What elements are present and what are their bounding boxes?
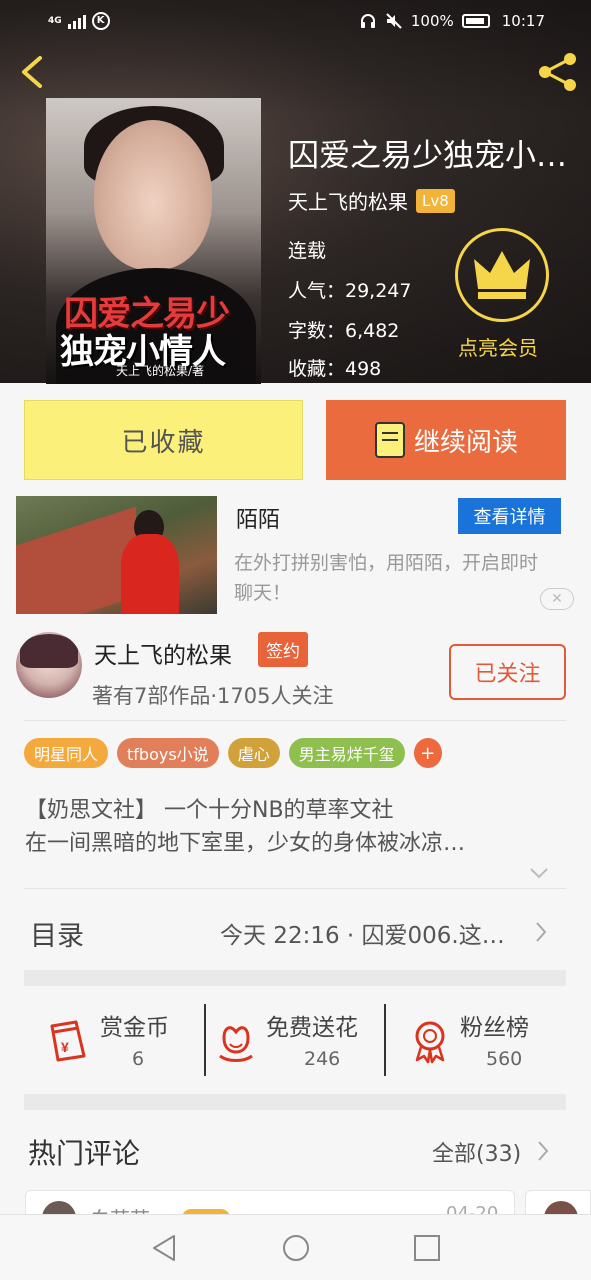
book-icon: [374, 422, 405, 458]
book-intro[interactable]: 【奶思文社】 一个十分NB的草率文社 在一间黑暗的地下室里，少女的身体被冰凉…: [25, 794, 565, 860]
battery-icon: [461, 14, 490, 28]
vip-label[interactable]: 点亮会员: [458, 332, 538, 361]
follow-button[interactable]: 已关注: [449, 644, 566, 700]
clock: 10:17: [501, 12, 545, 30]
tag-item[interactable]: 明星同人: [24, 738, 109, 768]
share-icon[interactable]: [534, 50, 582, 94]
red-envelope-icon: ¥: [50, 1020, 86, 1062]
nav-home-icon[interactable]: [281, 1233, 311, 1263]
back-arrow-icon[interactable]: [14, 52, 54, 92]
author-stats: 著有7部作品·1705人关注: [92, 684, 334, 708]
ad-image[interactable]: [16, 496, 217, 614]
vertical-divider: [204, 1004, 206, 1076]
word-count: 字数：6,482: [288, 320, 400, 342]
status-bar: 4G K 100% 10:17: [0, 0, 591, 46]
network-label: 4G: [48, 16, 62, 26]
intro-line: 【奶思文社】 一个十分NB的草率文社: [25, 798, 394, 823]
reward-value: 6: [132, 1048, 145, 1070]
divider: [24, 888, 566, 889]
ad-title[interactable]: 陌陌: [236, 502, 280, 534]
cover-face: [94, 120, 212, 270]
reward-value: 560: [486, 1048, 523, 1070]
ad-detail-button[interactable]: 查看详情: [458, 498, 561, 534]
section-divider: [24, 1094, 566, 1110]
tag-item[interactable]: 虐心: [227, 738, 280, 768]
flower-icon: [219, 1026, 253, 1062]
signed-badge: 签约: [258, 632, 308, 667]
nav-back-icon[interactable]: [150, 1233, 180, 1263]
popularity: 人气：29,247: [288, 280, 412, 302]
section-divider: [24, 970, 566, 986]
tag-list: 明星同人 tfboys小说 虐心 男主易烊千玺 +: [24, 738, 442, 768]
divider: [24, 720, 566, 721]
close-icon[interactable]: ✕: [540, 588, 574, 610]
chevron-right-icon[interactable]: [534, 920, 548, 944]
author-row[interactable]: 天上飞的松果 Lv8: [288, 186, 455, 215]
catalog-label[interactable]: 目录: [30, 914, 84, 953]
intro-line: 在一间黑暗的地下室里，少女的身体被冰凉…: [25, 831, 466, 856]
vip-button[interactable]: [455, 228, 549, 322]
tag-item[interactable]: tfboys小说: [117, 738, 219, 768]
medal-icon: [415, 1021, 445, 1064]
system-nav-bar: [0, 1214, 591, 1280]
ad-image-person: [121, 534, 179, 614]
reward-label: 粉丝榜: [460, 1015, 529, 1041]
tag-item[interactable]: 男主易烊千玺: [288, 738, 405, 768]
avatar-hair: [20, 634, 78, 668]
signal-icon: [67, 13, 86, 29]
author-card-name[interactable]: 天上飞的松果: [94, 636, 232, 670]
add-tag-button[interactable]: +: [413, 738, 442, 768]
reward-coins[interactable]: ¥ 赏金币 6: [40, 1008, 190, 1078]
book-title: 囚爱之易少独宠小…: [288, 138, 567, 174]
collected-button[interactable]: 已收藏: [24, 400, 303, 480]
level-badge: Lv8: [416, 188, 455, 213]
nav-recents-icon[interactable]: [412, 1233, 442, 1263]
svg-text:¥: ¥: [61, 1039, 69, 1055]
reward-value: 246: [304, 1048, 341, 1070]
avatar[interactable]: [16, 632, 82, 698]
crown-icon: [474, 251, 530, 299]
chevron-right-icon[interactable]: [537, 1140, 549, 1162]
cover-author: 天上飞的松果/著: [116, 364, 205, 378]
vertical-divider: [384, 1004, 386, 1076]
ad-description[interactable]: 在外打拼别害怕，用陌陌，开启即时聊天！: [234, 548, 554, 608]
reward-flowers[interactable]: 免费送花 246: [212, 1008, 382, 1078]
hot-comments-title: 热门评论: [28, 1137, 141, 1170]
all-comments-link[interactable]: 全部(33): [432, 1136, 521, 1168]
serial-status: 连载: [288, 240, 327, 262]
mute-icon: [386, 13, 402, 29]
reward-fans[interactable]: 粉丝榜 560: [406, 1008, 566, 1078]
chevron-down-icon[interactable]: [528, 866, 550, 880]
continue-reading-label: 继续阅读: [413, 427, 518, 458]
continue-reading-button[interactable]: 继续阅读: [326, 400, 566, 480]
favorites-count: 收藏：498: [288, 358, 382, 380]
battery-percent: 100%: [410, 12, 454, 30]
reward-label: 免费送花: [266, 1015, 358, 1041]
latest-chapter[interactable]: 今天 22:16 · 囚爱006.这…: [220, 916, 505, 950]
reward-label: 赏金币: [100, 1015, 169, 1041]
author-name[interactable]: 天上飞的松果: [288, 186, 408, 215]
ad-image-wall: [16, 506, 136, 614]
headphones-icon: [360, 14, 375, 28]
book-cover[interactable]: 囚爱之易少 独宠小情人 天上飞的松果/著: [46, 98, 261, 384]
k-app-icon: K: [91, 12, 110, 30]
